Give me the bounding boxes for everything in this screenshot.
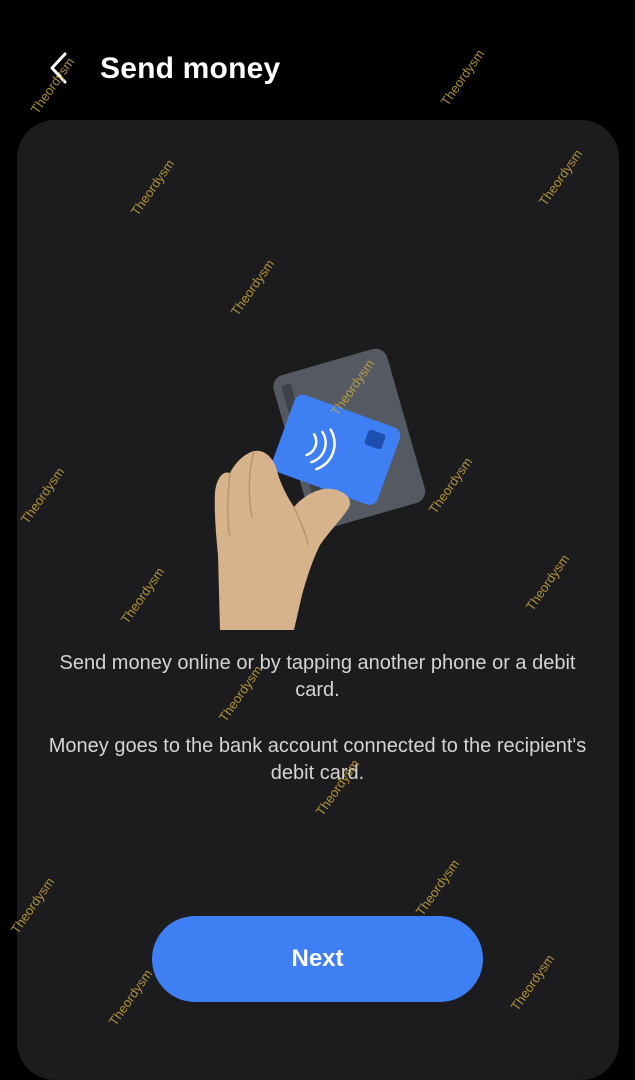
next-button[interactable]: Next [152,916,483,1002]
hand-tapping-card-illustration [190,345,440,630]
description-primary: Send money online or by tapping another … [59,652,576,701]
description-secondary: Money goes to the bank account connected… [48,735,587,784]
chevron-left-icon [50,52,67,84]
back-button[interactable] [40,48,80,88]
page-title: Send money [100,52,281,85]
app-header: Send money [0,0,635,120]
